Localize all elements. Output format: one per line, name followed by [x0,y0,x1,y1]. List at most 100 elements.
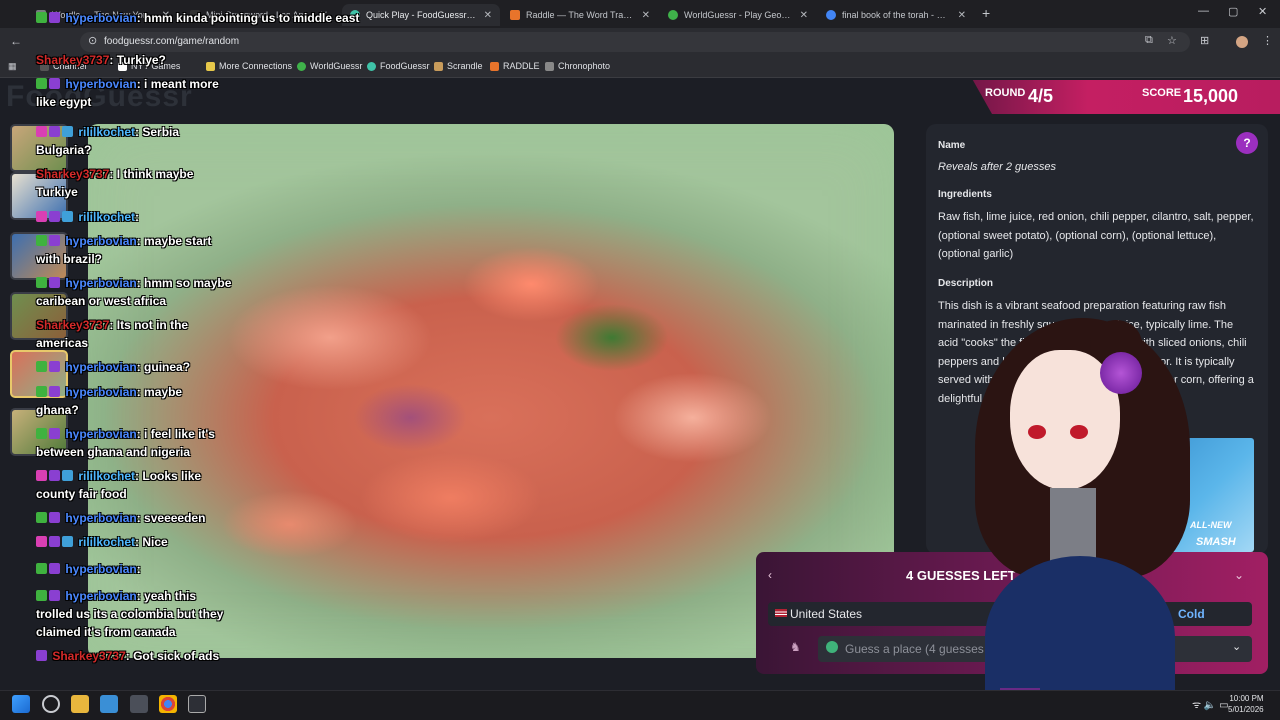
url-text[interactable]: foodguessr.com/game/random [104,36,239,47]
profile-avatar-icon[interactable] [1236,36,1248,48]
name-value: Reveals after 2 guesses [938,161,1057,173]
ad-label-2: SMASH [1196,536,1236,548]
sub-badge-icon [36,361,47,372]
close-tab-icon[interactable]: ✕ [800,10,808,21]
raddle-favicon-icon [490,61,499,71]
chat-message: Sharkey3737: I think maybe Turkiye [36,167,194,199]
sub-badge-icon [36,386,47,397]
vtuber-app-icon[interactable] [130,695,148,713]
chat-message: Sharkey3737: Its not in the americas [36,318,189,350]
tab-worldguessr[interactable]: WorldGuessr - Play Geoguessr Free ✕ [660,4,816,26]
install-app-icon[interactable]: ⧉ [1145,34,1153,47]
close-window-button[interactable]: ✕ [1258,5,1267,18]
minimize-button[interactable]: — [1198,5,1209,17]
chrome-icon[interactable] [159,695,177,713]
sub-badge-icon [36,78,47,89]
back-icon[interactable]: ← [10,34,22,48]
chat-message: hyperbovian: maybe ghana? [36,385,183,417]
maximize-button[interactable]: ▢ [1228,5,1238,18]
bookmark-worldguessr[interactable]: WorldGuessr [297,61,362,71]
sub-badge-icon [36,563,47,574]
close-tab-icon[interactable]: ✕ [958,10,966,21]
us-flag-icon [775,609,787,617]
bookmark-foodguessr[interactable]: FoodGuessr [367,61,430,71]
bookmark-star-icon[interactable]: ☆ [1167,34,1177,47]
sub-badge-icon [36,235,47,246]
description-heading: Description [938,278,994,289]
tier-badge-icon [49,78,60,89]
connections-favicon-icon [206,61,215,71]
star-badge-icon [49,470,60,481]
chat-message: Sharkey3737: Turkiye? [36,53,166,67]
heart-badge-icon [36,211,47,222]
tier-badge-icon [49,590,60,601]
tab-raddle[interactable]: Raddle — The Word Transformation Game ✕ [502,4,658,26]
close-tab-icon[interactable]: ✕ [642,10,650,21]
obs-icon[interactable] [188,695,206,713]
tab-foodguessr[interactable]: Quick Play - FoodGuessr | FoodGuessr ✕ [342,4,500,26]
crown-badge-icon [62,470,73,481]
start-menu-icon[interactable] [12,695,30,713]
globe-icon [826,641,838,653]
apps-grid-icon[interactable]: ▦ [8,61,17,72]
vtuber-hair-flower [1100,352,1142,394]
tier-badge-icon [49,235,60,246]
tier-badge-icon [49,12,60,23]
score-label: SCORE [1142,87,1182,99]
scrandle-favicon-icon [434,61,443,71]
chat-message: hyperbovian: hmm so maybe caribean or we… [36,276,232,308]
worldguessr-favicon-icon [668,10,678,20]
chat-message: Sharkey3737: Got sick of ads [36,647,236,665]
close-tab-icon[interactable]: ✕ [484,10,492,21]
new-tab-button[interactable]: + [982,5,990,21]
tier-badge-icon [49,512,60,523]
sub-badge-icon [36,12,47,23]
settings-gear-icon[interactable] [42,695,60,713]
sub-badge-icon [36,428,47,439]
hint-icon[interactable]: ♞ [790,640,801,654]
chronophoto-favicon-icon [545,61,554,71]
chevron-down-icon[interactable]: ⌄ [1234,568,1244,582]
crown-badge-icon [62,126,73,137]
heart-badge-icon [36,470,47,481]
crown-badge-icon [62,211,73,222]
ingredients-text: Raw fish, lime juice, red onion, chili p… [938,211,1254,260]
heart-badge-icon [36,536,47,547]
tier-badge-icon [49,428,60,439]
chat-message: hyperbovian: i meant more like egypt [36,77,219,109]
sub-badge-icon [36,277,47,288]
site-info-icon[interactable]: ⊙ [88,34,97,47]
taskbar-clock[interactable]: 10:00 PM 5/01/2026 [1228,693,1264,715]
file-explorer-icon[interactable] [71,695,89,713]
chat-message: hyperbovian: sveeeeden [36,509,205,527]
foodguessr-favicon-icon [367,61,376,71]
tier-badge-icon [49,361,60,372]
dropdown-chevron-icon[interactable]: ⌄ [1232,640,1241,653]
bookmark-raddle[interactable]: RADDLE [490,61,540,71]
address-bar[interactable] [80,32,1190,52]
round-value: 4/5 [1028,86,1054,106]
sub-badge-icon [36,512,47,523]
chevron-left-icon[interactable]: ‹ [768,568,772,582]
chat-message: rililkochet: [36,208,139,226]
photos-icon[interactable] [100,695,118,713]
help-button[interactable]: ? [1236,132,1258,154]
vtuber-eye-left [1028,425,1046,439]
system-tray-icons[interactable]: ᯤ 🔈 ▭ [1192,697,1229,711]
star-badge-icon [49,211,60,222]
raddle-favicon-icon [510,10,520,20]
tab-google-search[interactable]: final book of the torah - Google Search … [818,4,974,26]
guess-input-placeholder: Guess a place (4 guesses left) [845,642,1008,656]
bookmark-more-connections[interactable]: More Connections [206,61,292,71]
google-favicon-icon [826,10,836,20]
bookmark-scrandle[interactable]: Scrandle [434,61,483,71]
star-badge-icon [36,650,47,661]
menu-icon[interactable]: ⋮ [1262,34,1273,47]
bookmark-chronophoto[interactable]: Chronophoto [545,61,610,71]
vtuber-eye-right [1070,425,1088,439]
extensions-icon[interactable]: ⊞ [1200,34,1209,47]
guesses-left-header: 4 GUESSES LEFT [906,568,1016,583]
star-badge-icon [49,126,60,137]
sub-badge-icon [36,590,47,601]
chat-message: hyperbovian: yeah this trolled us its a … [36,589,224,639]
